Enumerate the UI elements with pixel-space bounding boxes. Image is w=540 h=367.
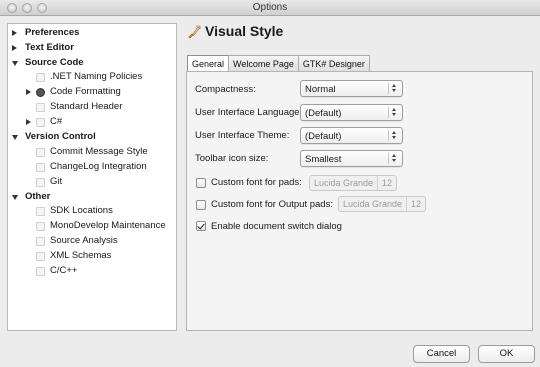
expander-collapsed-icon[interactable] (26, 89, 31, 95)
expander-collapsed-icon[interactable] (26, 119, 31, 125)
custom-font-output-pads-checkbox[interactable] (196, 200, 206, 210)
expander-collapsed-icon[interactable] (12, 30, 17, 36)
updown-chevron-icon (388, 107, 399, 118)
window-titlebar: Options (0, 0, 540, 16)
tree-item-label: ChangeLog Integration (50, 161, 147, 172)
cancel-button[interactable]: Cancel (413, 345, 470, 363)
font-size: 12 (382, 178, 393, 188)
tree-item-label: Source Analysis (50, 235, 118, 246)
tree-item-label: .NET Naming Policies (50, 71, 143, 82)
page-title: Visual Style (205, 23, 284, 39)
compactness-label: Compactness: (195, 84, 256, 95)
tree-item-changelog-integration[interactable]: ChangeLog Integration (8, 160, 176, 175)
ui-theme-select[interactable]: (Default) (300, 127, 403, 144)
expander-collapsed-icon[interactable] (12, 45, 17, 51)
page-icon (36, 207, 45, 216)
tree-item-version-control[interactable]: Version Control (8, 130, 176, 145)
tree-item-label: Commit Message Style (50, 146, 148, 157)
tree-item-text-editor[interactable]: Text Editor (8, 41, 176, 56)
tree-item-source-code[interactable]: Source Code (8, 56, 176, 71)
page-icon (36, 222, 45, 231)
tree-item-standard-header[interactable]: Standard Header (8, 100, 176, 115)
tree-item-label: Git (50, 176, 63, 187)
updown-chevron-icon (388, 153, 399, 164)
options-category-tree[interactable]: Preferences Text Editor Source Code .NET… (7, 23, 177, 331)
tree-item-commit-message-style[interactable]: Commit Message Style (8, 145, 176, 160)
tree-item-c-cpp[interactable]: C/C++ (8, 264, 176, 279)
tree-item-label: MonoDevelop Maintenance (50, 220, 166, 231)
page-icon (36, 118, 45, 127)
updown-chevron-icon (388, 83, 399, 94)
page-icon (36, 178, 45, 187)
tree-item-csharp[interactable]: C# (8, 115, 176, 130)
custom-font-pads-label: Custom font for pads: (211, 177, 302, 188)
page-icon (36, 103, 45, 112)
tree-item-code-formatting[interactable]: Code Formatting (8, 85, 176, 100)
output-pads-font-button[interactable]: Lucida Grande 12 (338, 196, 427, 212)
expander-expanded-icon[interactable] (12, 135, 18, 140)
page-icon (36, 163, 45, 172)
tree-item-label: Text Editor (25, 42, 74, 53)
ui-language-select[interactable]: (Default) (300, 104, 403, 121)
tree-item-monodevelop-maintenance[interactable]: MonoDevelop Maintenance (8, 219, 176, 234)
ui-theme-label: User Interface Theme: (195, 130, 290, 141)
toolbar-icon-size-label: Toolbar icon size: (195, 153, 269, 164)
font-name: Lucida Grande (310, 176, 379, 190)
page-icon (36, 267, 45, 276)
tree-item-label: Version Control (25, 131, 96, 142)
ok-button[interactable]: OK (478, 345, 535, 363)
tree-item-preferences[interactable]: Preferences (8, 26, 176, 41)
toolbar-icon-size-select[interactable]: Smallest (300, 150, 403, 167)
compactness-select[interactable]: Normal (300, 80, 403, 97)
window-title: Options (252, 2, 288, 13)
pads-font-button[interactable]: Lucida Grande 12 (309, 175, 398, 191)
font-name: Lucida Grande (339, 197, 408, 211)
page-icon (36, 237, 45, 246)
tree-item-label: Standard Header (50, 101, 123, 112)
settings-tabs: General Welcome Page GTK# Designer (187, 55, 370, 73)
updown-chevron-icon (388, 130, 399, 141)
select-value: (Default) (305, 108, 342, 119)
select-value: Normal (305, 84, 336, 95)
tree-item-source-analysis[interactable]: Source Analysis (8, 234, 176, 249)
custom-font-output-pads-label: Custom font for Output pads: (211, 199, 333, 210)
tab-gtk-designer[interactable]: GTK# Designer (297, 55, 370, 72)
ui-language-label: User Interface Language: (195, 107, 303, 118)
paintbrush-icon (188, 25, 201, 39)
select-value: Smallest (305, 154, 342, 165)
expander-expanded-icon[interactable] (12, 195, 18, 200)
select-value: (Default) (305, 131, 342, 142)
tree-item-label: C# (50, 116, 63, 127)
tree-item-label: Preferences (25, 27, 80, 38)
expander-expanded-icon[interactable] (12, 61, 18, 66)
tree-item-xml-schemas[interactable]: XML Schemas (8, 249, 176, 264)
tree-item-label: Source Code (25, 57, 84, 68)
page-icon (36, 73, 45, 82)
doc-switch-dialog-label: Enable document switch dialog (211, 221, 342, 232)
tree-item-other[interactable]: Other (8, 190, 176, 205)
tree-item-label: Other (25, 191, 51, 202)
tree-item-label: Code Formatting (50, 86, 121, 97)
tree-item-net-naming-policies[interactable]: .NET Naming Policies (8, 70, 176, 85)
tree-item-label: XML Schemas (50, 250, 112, 261)
doc-switch-dialog-checkbox[interactable] (196, 221, 206, 231)
tab-welcome-page[interactable]: Welcome Page (228, 55, 299, 72)
tree-item-label: C/C++ (50, 265, 78, 276)
custom-font-pads-checkbox[interactable] (196, 178, 206, 188)
code-formatting-icon (36, 88, 45, 97)
font-size: 12 (411, 199, 422, 209)
page-icon (36, 252, 45, 261)
page-icon (36, 148, 45, 157)
tree-item-label: SDK Locations (50, 205, 113, 216)
tree-item-git[interactable]: Git (8, 175, 176, 190)
tree-item-sdk-locations[interactable]: SDK Locations (8, 204, 176, 219)
